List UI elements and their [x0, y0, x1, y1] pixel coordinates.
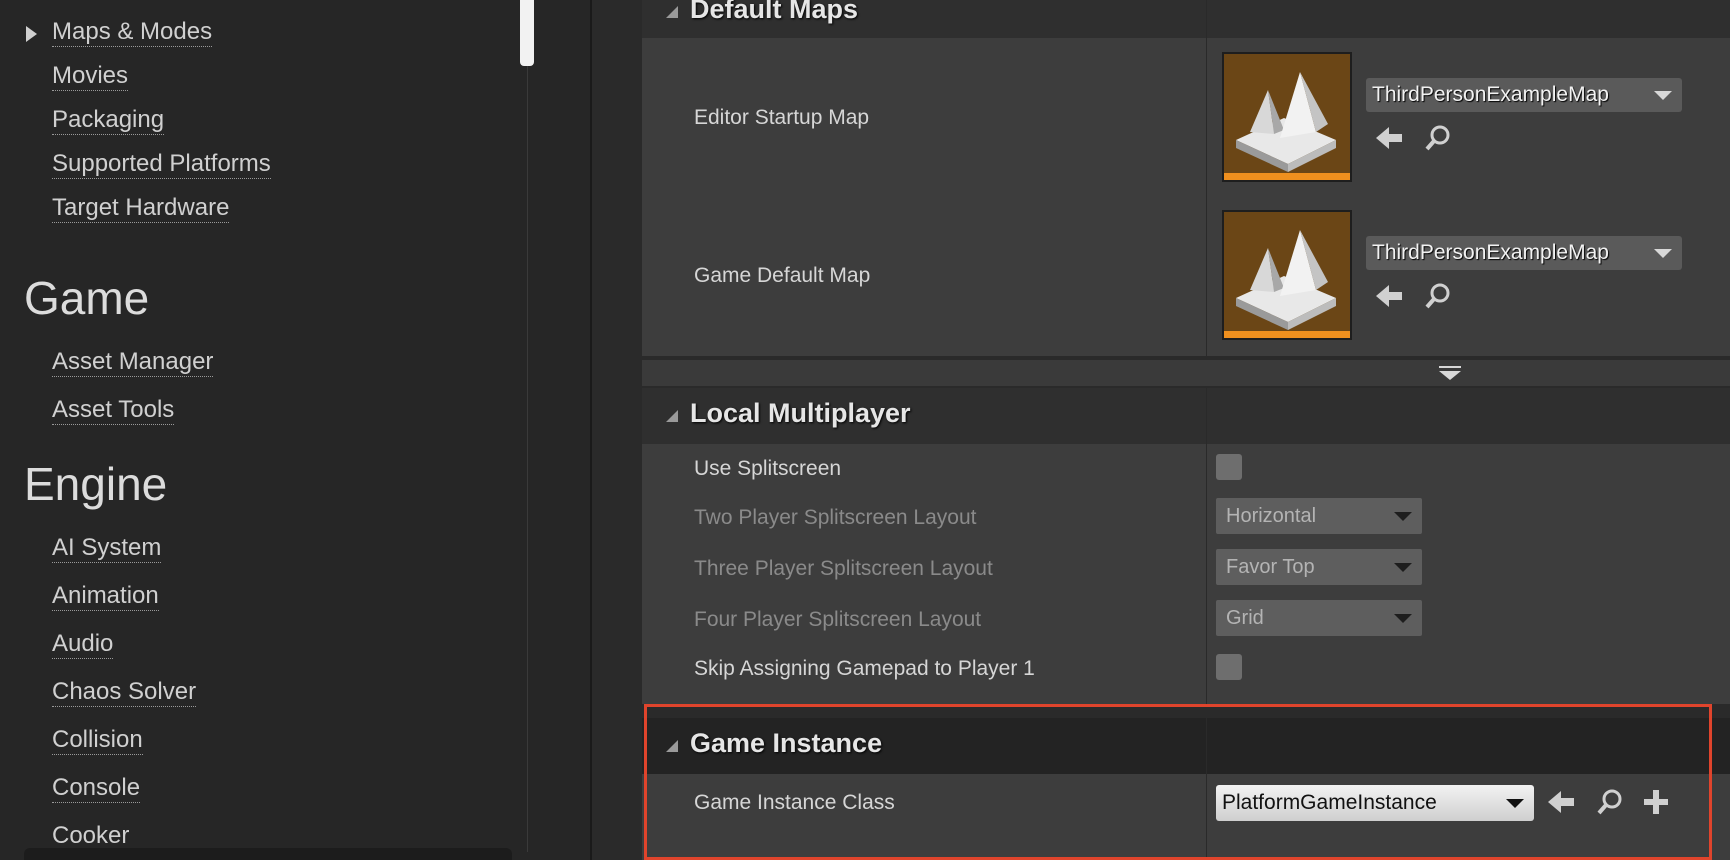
category-title-default-maps: Default Maps	[690, 0, 859, 24]
four-player-layout-value: Grid	[1226, 607, 1264, 629]
browse-search-icon[interactable]	[1422, 280, 1454, 312]
four-player-layout-label: Four Player Splitscreen Layout	[694, 608, 982, 631]
two-player-layout-combo[interactable]: Horizontal	[1216, 498, 1422, 534]
game-default-map-label: Game Default Map	[694, 264, 871, 287]
nav-scrollbar-thumb[interactable]	[520, 0, 534, 66]
use-selected-arrow-icon[interactable]	[1374, 280, 1406, 312]
dropdown-caret-icon	[1394, 512, 1412, 521]
collapse-arrow-icon[interactable]	[666, 740, 678, 752]
use-selected-arrow-icon[interactable]	[1546, 786, 1578, 818]
game-default-map-combo[interactable]: ThirdPersonExampleMap	[1366, 236, 1682, 270]
game-default-map-value: ThirdPersonExampleMap	[1372, 241, 1609, 264]
add-plus-icon[interactable]	[1640, 786, 1672, 818]
three-player-layout-combo[interactable]: Favor Top	[1216, 549, 1422, 585]
dropdown-caret-icon	[1654, 91, 1672, 100]
nav-heading-engine: Engine	[24, 458, 168, 510]
nav-item-cooker[interactable]: Cooker	[52, 822, 130, 851]
advanced-expander-bar[interactable]	[642, 360, 1730, 386]
dropdown-caret-icon	[1394, 563, 1412, 572]
map-asset-icon	[1236, 72, 1336, 172]
editor-startup-map-thumbnail[interactable]	[1222, 52, 1352, 182]
use-splitscreen-checkbox[interactable]	[1216, 454, 1242, 480]
nav-scrollbar-track	[527, 66, 528, 852]
map-asset-icon	[1236, 230, 1336, 330]
advanced-expand-icon[interactable]	[1438, 364, 1462, 382]
nav-scroll-shadow	[24, 848, 512, 860]
editor-startup-map-value: ThirdPersonExampleMap	[1372, 83, 1609, 106]
nav-item-audio[interactable]: Audio	[52, 630, 114, 659]
column-splitter[interactable]	[1206, 38, 1207, 356]
skip-gamepad-checkbox[interactable]	[1216, 654, 1242, 680]
thumbnail-accent-bar	[1224, 173, 1350, 180]
dropdown-caret-icon	[1394, 614, 1412, 623]
editor-startup-map-label: Editor Startup Map	[694, 106, 870, 129]
use-splitscreen-label: Use Splitscreen	[694, 457, 842, 480]
game-default-map-thumbnail[interactable]	[1222, 210, 1352, 340]
nav-item-asset-manager[interactable]: Asset Manager	[52, 348, 214, 377]
two-player-layout-value: Horizontal	[1226, 505, 1317, 527]
nav-item-movies[interactable]: Movies	[52, 62, 129, 91]
two-player-layout-label: Two Player Splitscreen Layout	[694, 506, 977, 529]
column-splitter[interactable]	[1206, 444, 1207, 704]
game-instance-class-value: PlatformGameInstance	[1222, 791, 1437, 814]
collapse-arrow-icon[interactable]	[666, 410, 678, 422]
nav-item-maps-modes[interactable]: Maps & Modes	[52, 18, 213, 47]
nav-item-animation[interactable]: Animation	[52, 582, 159, 611]
column-splitter[interactable]	[1206, 774, 1207, 860]
nav-item-asset-tools[interactable]: Asset Tools	[52, 396, 175, 425]
nav-item-console[interactable]: Console	[52, 774, 141, 803]
nav-item-collision[interactable]: Collision	[52, 726, 143, 755]
nav-item-packaging[interactable]: Packaging	[52, 106, 165, 135]
category-title-game-instance: Game Instance	[690, 728, 883, 758]
browse-search-icon[interactable]	[1594, 786, 1626, 818]
category-title-local-multiplayer: Local Multiplayer	[690, 398, 911, 428]
nav-item-supported-platforms[interactable]: Supported Platforms	[52, 150, 271, 179]
expand-arrow-icon[interactable]	[26, 26, 37, 42]
dropdown-caret-icon	[1654, 249, 1672, 258]
three-player-layout-value: Favor Top	[1226, 556, 1315, 578]
nav-item-chaos-solver[interactable]: Chaos Solver	[52, 678, 197, 707]
three-player-layout-label: Three Player Splitscreen Layout	[694, 557, 993, 580]
settings-navigation: Maps & Modes Movies Packaging Supported …	[0, 0, 592, 860]
use-selected-arrow-icon[interactable]	[1374, 122, 1406, 154]
editor-startup-map-combo[interactable]: ThirdPersonExampleMap	[1366, 78, 1682, 112]
nav-heading-game: Game	[24, 272, 150, 324]
browse-search-icon[interactable]	[1422, 122, 1454, 154]
four-player-layout-combo[interactable]: Grid	[1216, 600, 1422, 636]
dropdown-caret-icon	[1506, 799, 1524, 808]
nav-item-ai-system[interactable]: AI System	[52, 534, 162, 563]
skip-gamepad-label: Skip Assigning Gamepad to Player 1	[694, 657, 1035, 680]
column-splitter[interactable]	[1206, 0, 1207, 38]
column-splitter[interactable]	[1206, 388, 1207, 444]
game-instance-class-combo[interactable]: PlatformGameInstance	[1216, 785, 1534, 821]
thumbnail-accent-bar	[1224, 331, 1350, 338]
column-splitter[interactable]	[1206, 718, 1207, 774]
game-instance-class-label: Game Instance Class	[694, 791, 895, 814]
nav-item-target-hardware[interactable]: Target Hardware	[52, 194, 230, 223]
collapse-arrow-icon[interactable]	[666, 6, 678, 18]
